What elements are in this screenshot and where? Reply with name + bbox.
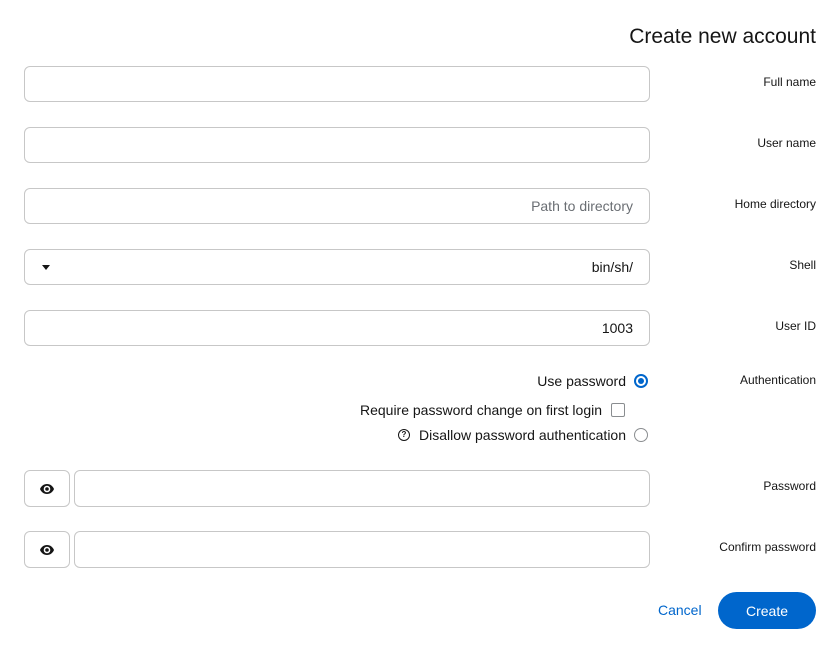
cancel-button[interactable]: Cancel — [658, 601, 702, 619]
confirm-password-field[interactable] — [74, 531, 650, 568]
use-password-option[interactable]: Use password — [537, 372, 648, 390]
password-field[interactable] — [74, 470, 650, 507]
use-password-label: Use password — [537, 373, 626, 389]
show-confirm-password-button[interactable] — [24, 531, 70, 568]
use-password-radio[interactable] — [634, 374, 648, 388]
dialog-title: Create new account — [629, 25, 816, 48]
disallow-password-label: Disallow password authentication — [419, 427, 626, 443]
full-name-field[interactable] — [24, 66, 650, 102]
eye-icon — [40, 483, 54, 494]
user-name-label: User name — [757, 136, 816, 150]
user-id-field[interactable] — [24, 310, 650, 346]
create-account-dialog: Create new account Full name User name H… — [0, 0, 840, 653]
confirm-password-input[interactable] — [75, 532, 649, 567]
require-change-checkbox[interactable] — [611, 403, 625, 417]
user-id-label: User ID — [775, 319, 816, 333]
shell-label: Shell — [789, 258, 816, 272]
eye-icon — [40, 544, 54, 555]
shell-select[interactable]: bin/sh/ — [24, 249, 650, 285]
help-circle-icon[interactable]: ? — [398, 429, 410, 441]
password-label: Password — [763, 479, 816, 493]
caret-down-icon — [42, 265, 50, 270]
shell-selected-value: bin/sh/ — [591, 259, 633, 275]
password-input[interactable] — [75, 471, 649, 506]
confirm-password-label: Confirm password — [719, 540, 816, 554]
require-change-label: Require password change on first login — [359, 402, 602, 418]
home-directory-field[interactable] — [24, 188, 650, 224]
home-directory-input[interactable] — [25, 189, 649, 223]
full-name-input[interactable] — [25, 67, 649, 101]
home-directory-label: Home directory — [734, 197, 816, 211]
disallow-password-option[interactable]: ? Disallow password authentication — [398, 426, 648, 444]
authentication-label: Authentication — [739, 373, 816, 387]
create-button[interactable]: Create — [718, 592, 816, 629]
show-password-button[interactable] — [24, 470, 70, 507]
user-id-input[interactable] — [25, 311, 649, 345]
user-name-field[interactable] — [24, 127, 650, 163]
disallow-password-radio[interactable] — [634, 428, 648, 442]
user-name-input[interactable] — [25, 128, 649, 162]
require-change-option[interactable]: Require password change on first login — [360, 401, 625, 419]
full-name-label: Full name — [763, 75, 816, 89]
